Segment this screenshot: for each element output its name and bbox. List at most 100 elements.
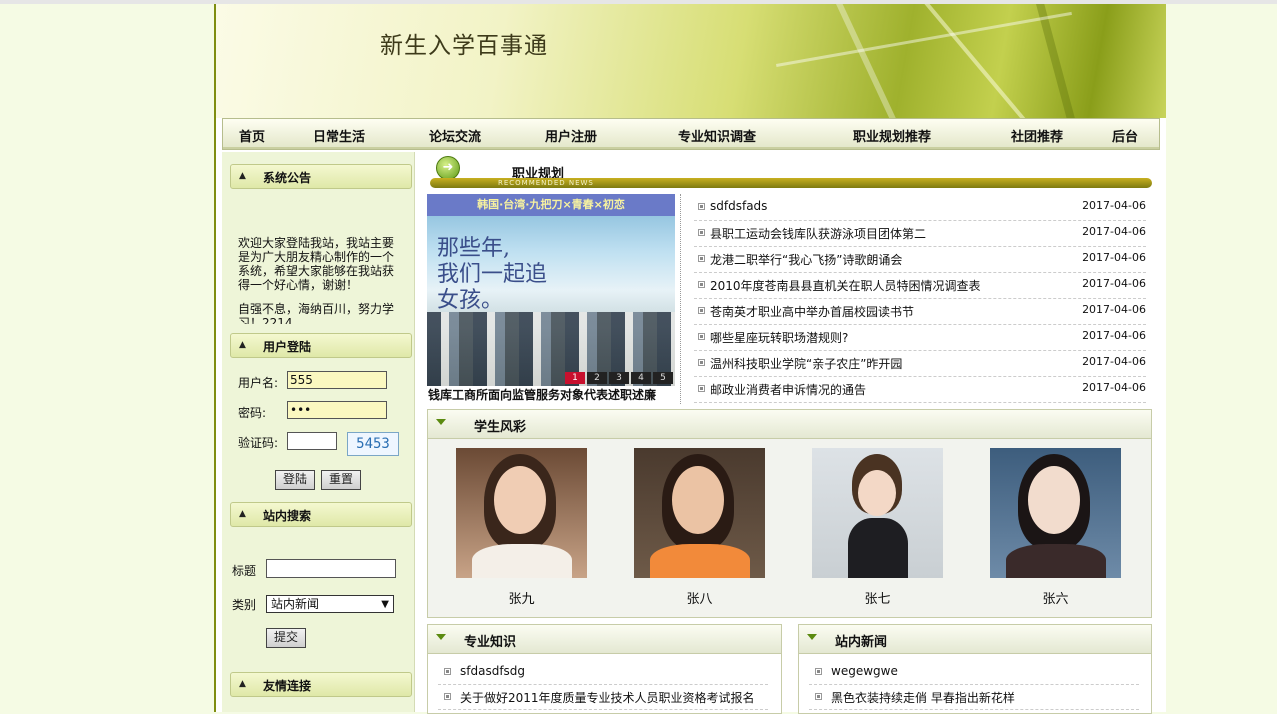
list-item-title[interactable]: wegewgwe [831,664,898,678]
slideshow-pager: 1 2 3 4 5 [565,372,673,384]
search-category-label: 类别 [232,598,257,612]
news-row[interactable]: 龙港二职举行“我心飞扬”诗歌朗诵会 2017-04-06 [694,246,1146,273]
knowledge-title: 专业知识 [464,635,517,650]
sitenews-title: 站内新闻 [835,635,888,650]
student-photo[interactable] [456,448,587,578]
bullet-icon [698,333,705,340]
search-category-select[interactable]: 站内新闻 ▼ [266,595,394,613]
news-row[interactable]: 苍南英才职业高中举办首届校园读书节 2017-04-06 [694,298,1146,325]
search-submit-button[interactable]: 提交 [266,628,306,648]
bullet-icon [815,668,822,675]
site-banner: 新生入学百事通 [216,4,1166,118]
news-row[interactable]: sdfdsfads 2017-04-06 [694,194,1146,221]
nav-forum[interactable]: 论坛交流 [429,126,481,145]
search-title-input[interactable] [266,559,396,578]
student-name[interactable]: 张七 [812,588,943,607]
bullet-icon [698,307,705,314]
notice-header: ▲ 系统公告 [230,164,412,189]
nav-survey[interactable]: 专业知识调查 [678,126,756,145]
captcha-image[interactable]: 5453 [347,432,399,456]
news-date: 2017-04-06 [1082,303,1146,316]
news-title[interactable]: 龙港二职举行“我心飞扬”诗歌朗诵会 [710,251,902,268]
captcha-label: 验证码: [238,436,279,450]
news-date: 2017-04-06 [1082,381,1146,394]
slide-page-1[interactable]: 1 [565,372,585,384]
slide-page-5[interactable]: 5 [653,372,673,384]
knowledge-header: 专业知识 [428,625,781,654]
sitenews-header: 站内新闻 [799,625,1151,654]
career-subtitle: RECOMMENDED NEWS [498,179,594,187]
list-item[interactable]: 关于做好2011年度质量专业技术人员职业资格考试报名 [438,685,768,710]
student-photo[interactable] [634,448,765,578]
student-photo[interactable] [812,448,943,578]
news-row[interactable]: 2010年度苍南县县直机关在职人员特困情况调查表 2017-04-06 [694,272,1146,299]
search-title-label: 标题 [232,564,257,578]
list-item[interactable]: wegewgwe [809,660,1139,685]
triangle-icon: ▲ [239,679,246,689]
news-title[interactable]: 县职工运动会钱库队获游泳项目团体第二 [710,225,926,242]
student-name[interactable]: 张九 [456,588,587,607]
student-name[interactable]: 张六 [990,588,1121,607]
bullet-icon [698,359,705,366]
news-title[interactable]: 苍南英才职业高中举办首届校园读书节 [710,303,914,320]
news-title[interactable]: 温州科技职业学院“亲子农庄”昨开园 [710,355,902,372]
notice-text-2: 自强不息，海纳百川，努力学习！2214 [238,302,395,324]
news-row[interactable]: 哪些星座玩转职场潜规则? 2017-04-06 [694,324,1146,351]
triangle-icon: ▲ [239,171,246,181]
news-date: 2017-04-06 [1082,251,1146,264]
news-title[interactable]: sdfdsfads [710,199,767,213]
slide-page-3[interactable]: 3 [609,372,629,384]
bullet-icon [815,693,822,700]
news-row[interactable]: 温州科技职业学院“亲子农庄”昨开园 2017-04-06 [694,350,1146,377]
news-title[interactable]: 2010年度苍南县县直机关在职人员特困情况调查表 [710,277,981,294]
username-input[interactable]: 555 [287,371,387,389]
search-header: ▲ 站内搜索 [230,502,412,527]
student-name[interactable]: 张八 [634,588,765,607]
password-input[interactable]: ••• [287,401,387,419]
slideshow-poster[interactable]: 韩国·台湾·九把刀×青春×初恋 那些年, 我们一起追 女孩。 1 2 3 4 5 [427,194,675,386]
links-title: 友情连接 [263,679,312,693]
news-row[interactable]: 邮政业消费者申诉情况的通告 2017-04-06 [694,376,1146,403]
bullet-icon [698,385,705,392]
reset-button[interactable]: 重置 [321,470,361,490]
search-title: 站内搜索 [263,509,312,523]
poster-handwriting-3: 女孩。 [437,288,504,313]
username-label: 用户名: [238,376,279,390]
triangle-down-icon [807,634,817,640]
notice-title: 系统公告 [263,171,312,185]
news-date: 2017-04-06 [1082,199,1146,212]
list-item[interactable]: 黑色衣装持续走俏 早春指出新花样 [809,685,1139,710]
list-item-title[interactable]: 关于做好2011年度质量专业技术人员职业资格考试报名 [460,689,755,706]
list-item[interactable]: sfdasdfsdg [438,660,768,685]
captcha-input[interactable] [287,432,337,450]
bullet-icon [698,281,705,288]
bullet-icon [698,203,705,210]
nav-career[interactable]: 职业规划推荐 [853,126,931,145]
bullet-icon [698,229,705,236]
dropdown-arrow-icon: ▼ [381,599,389,610]
links-header: ▲ 友情连接 [230,672,412,697]
arrow-right-icon: ➜ [436,156,460,180]
nav-register[interactable]: 用户注册 [545,126,597,145]
nav-home[interactable]: 首页 [239,126,265,145]
news-title[interactable]: 哪些星座玩转职场潜规则? [710,329,848,346]
list-item-title[interactable]: sfdasdfsdg [460,664,525,678]
nav-daily-life[interactable]: 日常生活 [313,126,365,145]
poster-banner-text: 韩国·台湾·九把刀×青春×初恋 [427,194,675,216]
site-title: 新生入学百事通 [380,33,548,59]
slide-page-2[interactable]: 2 [587,372,607,384]
students-header: 学生风彩 [428,410,1151,439]
news-title[interactable]: 邮政业消费者申诉情况的通告 [710,381,866,398]
nav-admin[interactable]: 后台 [1112,126,1138,145]
student-photo[interactable] [990,448,1121,578]
login-button[interactable]: 登陆 [275,470,315,490]
nav-clubs[interactable]: 社团推荐 [1011,126,1063,145]
main-nav: 首页 日常生活 论坛交流 用户注册 专业知识调查 职业规划推荐 社团推荐 后台 [222,118,1160,150]
category-selected-value: 站内新闻 [271,597,320,611]
poster-caption[interactable]: 钱库工商所面向监管服务对象代表述职述廉 [428,386,678,403]
students-title: 学生风彩 [474,420,527,435]
bullet-icon [698,255,705,262]
slide-page-4[interactable]: 4 [631,372,651,384]
news-row[interactable]: 县职工运动会钱库队获游泳项目团体第二 2017-04-06 [694,220,1146,247]
list-item-title[interactable]: 黑色衣装持续走俏 早春指出新花样 [831,689,1015,706]
